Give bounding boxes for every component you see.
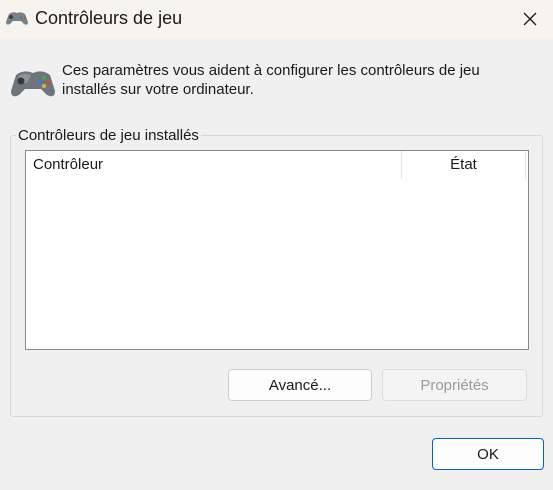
column-header-controller[interactable]: Contrôleur [26,151,402,179]
close-icon [523,12,537,26]
gamepad-icon [5,9,29,27]
close-button[interactable] [507,0,553,38]
ok-button[interactable]: OK [432,438,544,470]
controllers-list[interactable]: Contrôleur État [25,150,529,350]
gamepad-icon [10,66,56,100]
column-header-state[interactable]: État [402,151,526,179]
window-title: Contrôleurs de jeu [35,8,183,28]
title-bar: Contrôleurs de jeu [0,0,553,38]
description-text: Ces paramètres vous aident à configurer … [62,62,480,98]
group-label: Contrôleurs de jeu installés [16,127,201,144]
properties-button[interactable]: Propriétés [382,369,527,401]
advanced-button[interactable]: Avancé... [228,369,372,401]
